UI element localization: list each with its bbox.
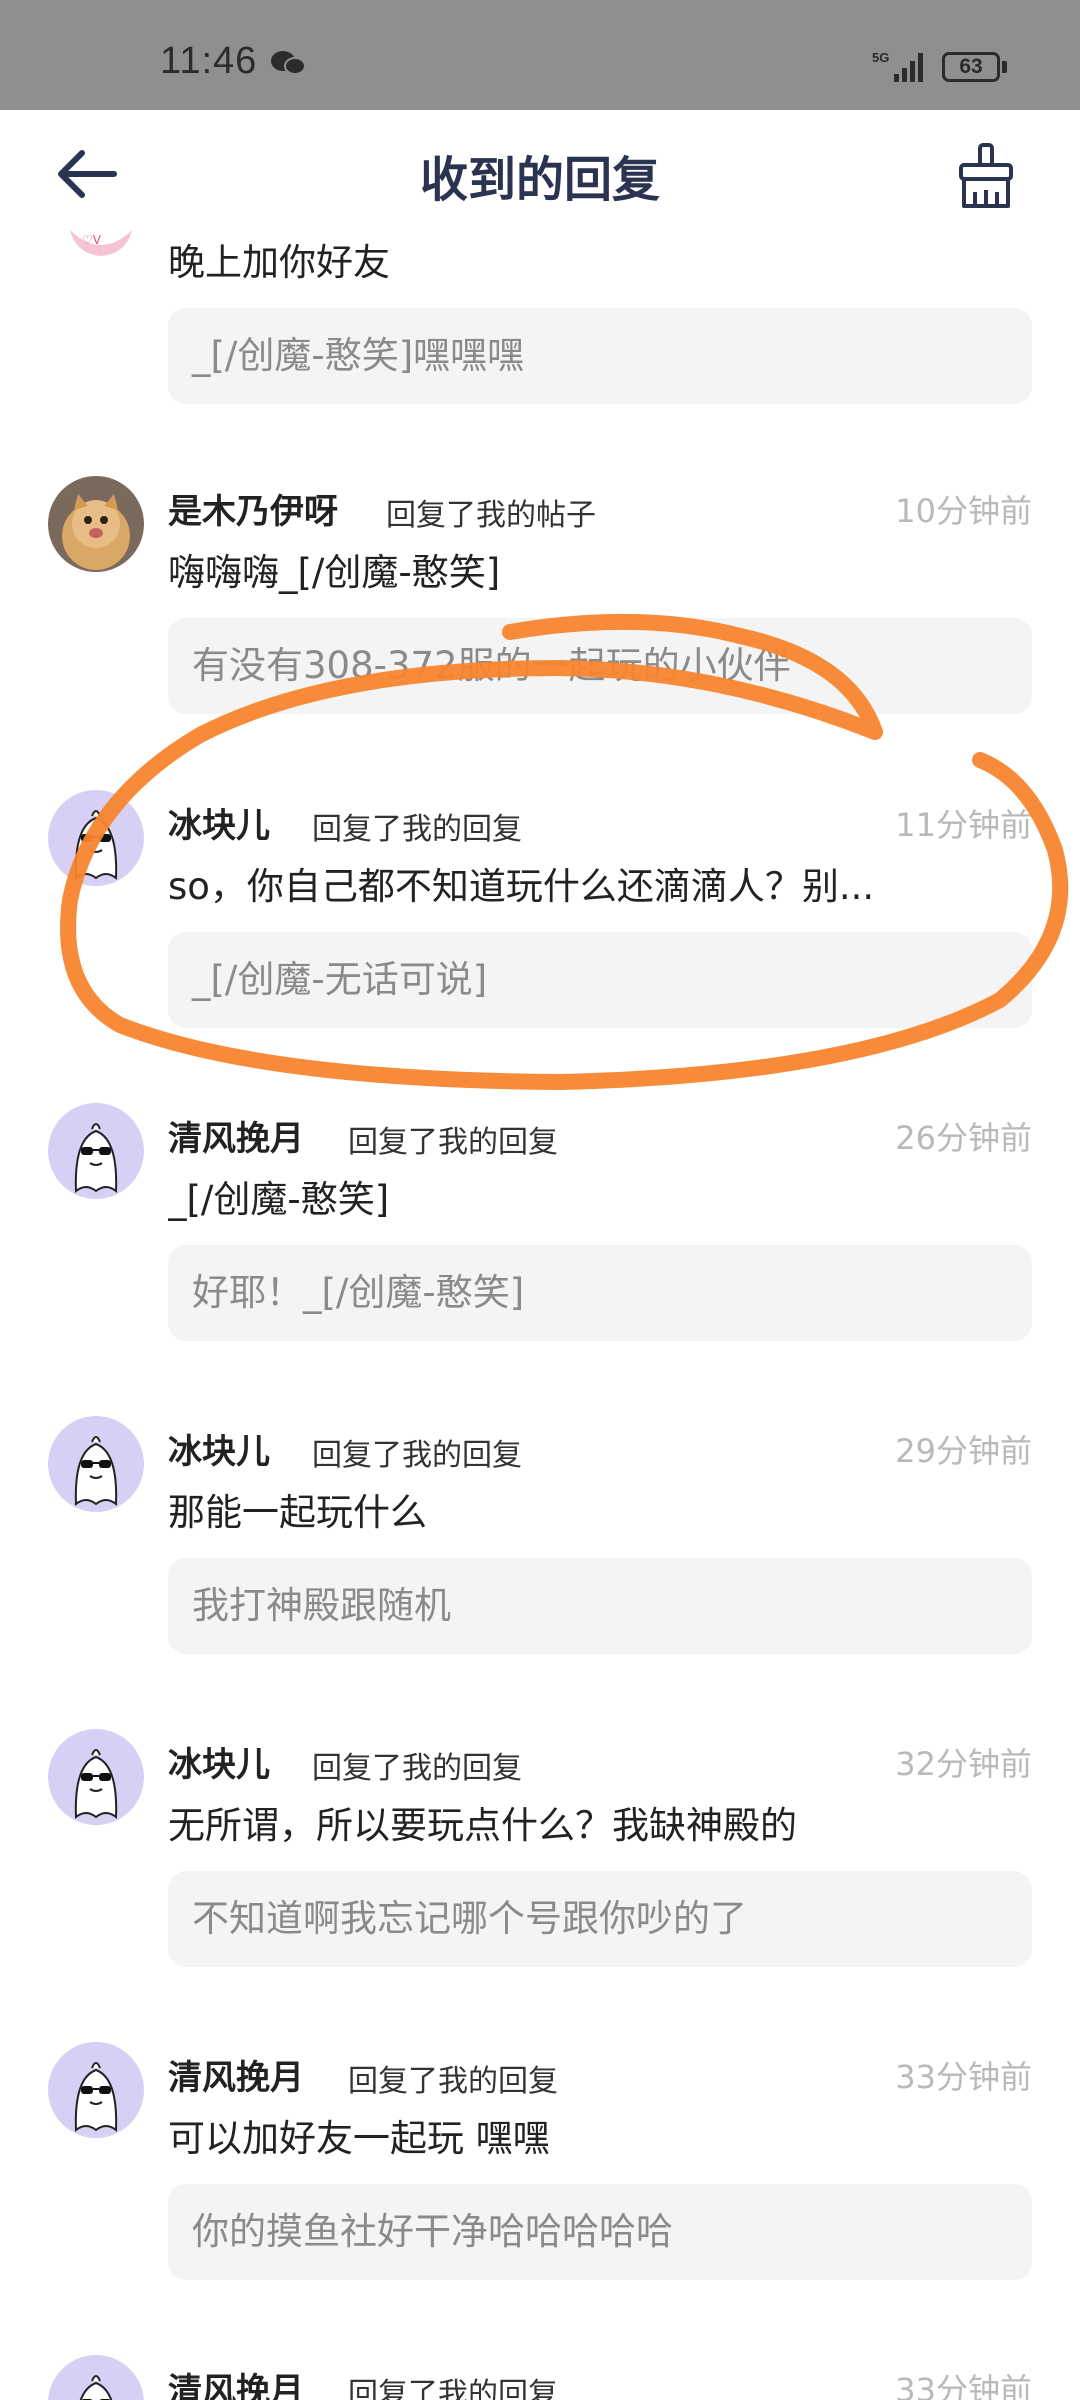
status-time: 11:46: [160, 40, 258, 82]
avatar[interactable]: [48, 1729, 144, 1825]
action-text: 回复了我的回复: [348, 1125, 558, 1160]
avatar[interactable]: [48, 1103, 144, 1199]
action-text: 回复了我的回复: [312, 1751, 522, 1786]
broom-icon[interactable]: [955, 142, 1017, 210]
reply-content: 无所谓，所以要玩点什么？我缺神殿的: [168, 1804, 797, 1847]
timestamp: 33分钟前: [895, 2371, 1032, 2400]
timestamp: 29分钟前: [895, 1432, 1032, 1470]
reply-item[interactable]: 冰块儿 回复了我的回复 32分钟前 无所谓，所以要玩点什么？我缺神殿的 不知道啊…: [0, 1729, 1080, 2043]
reply-item[interactable]: 冰块儿 回复了我的回复 11分钟前 so，你自己都不知道玩什么还滴滴人？别...…: [0, 790, 1080, 1104]
user-name[interactable]: 是木乃伊呀: [168, 484, 338, 533]
quoted-reply[interactable]: 不知道啊我忘记哪个号跟你吵的了: [168, 1871, 1032, 1967]
avatar[interactable]: [48, 476, 144, 572]
battery-indicator: 63: [942, 52, 1000, 82]
reply-item[interactable]: 冰块儿 回复了我的回复 29分钟前 那能一起玩什么 我打神殿跟随机: [0, 1416, 1080, 1730]
user-name[interactable]: 冰块儿: [168, 1424, 270, 1473]
action-text: 回复了我的回复: [312, 812, 522, 847]
user-name[interactable]: 冰块儿: [168, 1737, 270, 1786]
timestamp: 33分钟前: [895, 2058, 1032, 2096]
user-name[interactable]: 清风挽月: [168, 2050, 304, 2099]
network-label: 5G: [872, 50, 889, 65]
timestamp: 26分钟前: [895, 1119, 1032, 1157]
wechat-icon: [271, 51, 306, 75]
page-header: 收到的回复: [0, 110, 1080, 235]
signal-icon: 5G: [872, 50, 923, 82]
quoted-reply[interactable]: _[/创魔-无话可说]: [168, 932, 1032, 1028]
reply-content: 晚上加你好友: [168, 241, 390, 284]
avatar[interactable]: [48, 790, 144, 886]
reply-content: 可以加好友一起玩 嘿嘿: [168, 2117, 550, 2160]
reply-content: so，你自己都不知道玩什么还滴滴人？别...: [168, 865, 875, 908]
action-text: 回复了我的回复: [312, 1438, 522, 1473]
avatar[interactable]: [48, 2042, 144, 2138]
avatar[interactable]: [48, 1416, 144, 1512]
quoted-reply[interactable]: _[/创魔-憨笑]嘿嘿嘿: [168, 308, 1032, 404]
reply-content: 那能一起玩什么: [168, 1491, 427, 1534]
reply-content: _[/创魔-憨笑]: [168, 1178, 390, 1221]
action-text: 回复了我的帖子: [386, 498, 596, 533]
user-name[interactable]: 冰块儿: [168, 798, 270, 847]
svg-text:♡V: ♡V: [82, 233, 102, 247]
avatar[interactable]: [48, 2355, 144, 2400]
avatar-partial: ♡V: [70, 230, 132, 256]
reply-item[interactable]: 清风挽月 回复了我的回复 33分钟前 可以加好友一起玩 嘿嘿 你的摸鱼社好干净哈…: [0, 2042, 1080, 2356]
battery-level: 63: [959, 55, 983, 78]
reply-item[interactable]: 清风挽月 回复了我的回复 33分钟前: [0, 2355, 1080, 2400]
user-name[interactable]: 清风挽月: [168, 2363, 304, 2400]
action-text: 回复了我的回复: [348, 2377, 558, 2400]
timestamp: 11分钟前: [895, 806, 1032, 844]
quoted-reply[interactable]: 你的摸鱼社好干净哈哈哈哈哈: [168, 2184, 1032, 2280]
quoted-reply[interactable]: 我打神殿跟随机: [168, 1558, 1032, 1654]
reply-item[interactable]: 是木乃伊呀 回复了我的帖子 10分钟前 嗨嗨嗨_[/创魔-憨笑] 有没有308-…: [0, 476, 1080, 790]
reply-content: 嗨嗨嗨_[/创魔-憨笑]: [168, 551, 501, 594]
quoted-reply[interactable]: 好耶！_[/创魔-憨笑]: [168, 1245, 1032, 1341]
reply-item[interactable]: 清风挽月 回复了我的回复 26分钟前 _[/创魔-憨笑] 好耶！_[/创魔-憨笑…: [0, 1103, 1080, 1417]
battery-tip: [1002, 61, 1007, 73]
status-bar: 11:46 5G 63: [0, 0, 1080, 110]
page-title: 收到的回复: [419, 152, 660, 208]
timestamp: 32分钟前: [895, 1745, 1032, 1783]
user-name[interactable]: 清风挽月: [168, 1111, 304, 1160]
action-text: 回复了我的回复: [348, 2064, 558, 2099]
timestamp: 10分钟前: [895, 492, 1032, 530]
quoted-reply[interactable]: 有没有308-372服的一起玩的小伙伴: [168, 618, 1032, 714]
